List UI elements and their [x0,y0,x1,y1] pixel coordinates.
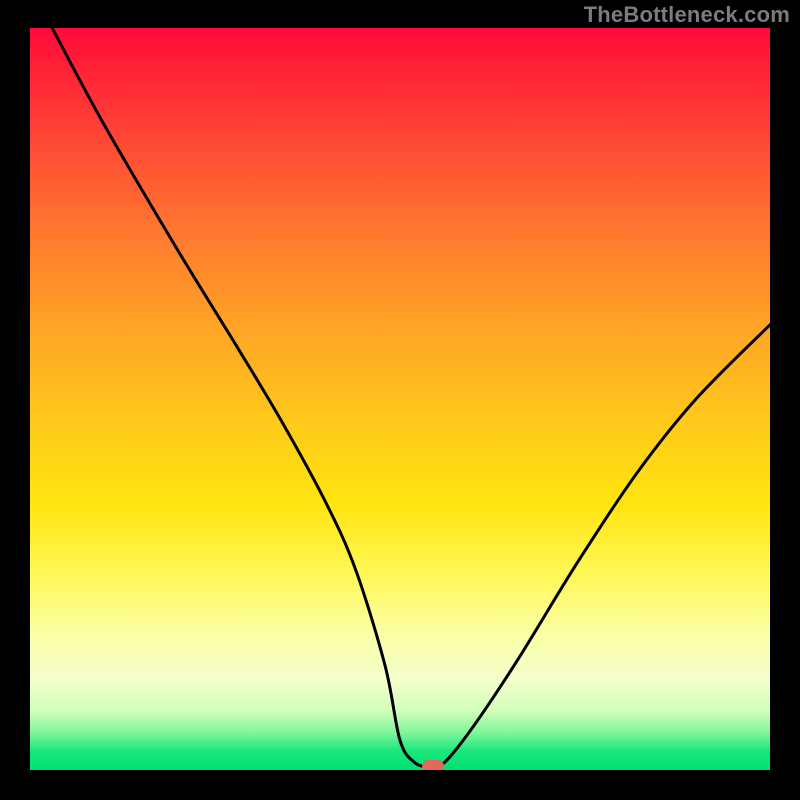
optimal-point-marker [422,760,444,770]
plot-area [30,28,770,770]
bottleneck-chart: TheBottleneck.com [0,0,800,800]
curve-svg [30,28,770,770]
bottleneck-curve-path [52,28,770,767]
watermark-text: TheBottleneck.com [584,2,790,28]
